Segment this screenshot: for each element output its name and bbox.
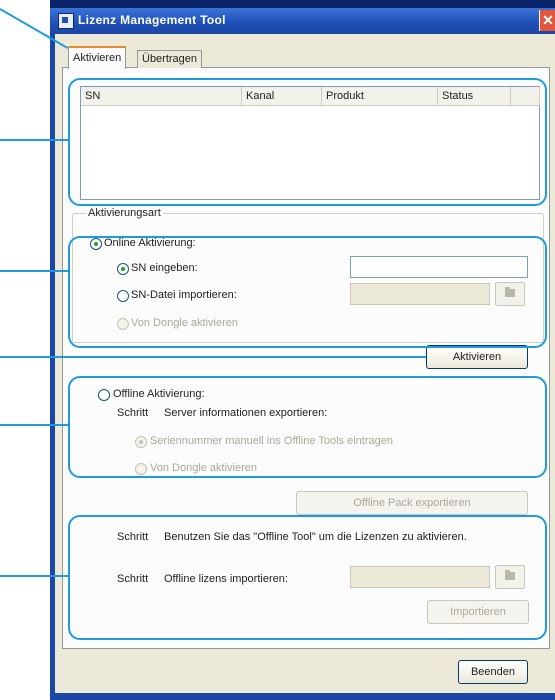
callout-line-activate-button — [0, 356, 426, 358]
close-window-button[interactable]: ✕ — [539, 10, 555, 31]
window-title: Lizenz Management Tool — [78, 13, 226, 27]
callout-line-offline — [0, 424, 68, 426]
callout-line-import — [0, 575, 68, 577]
callout-highlight-activation — [68, 236, 547, 348]
tab-aktivieren[interactable]: Aktivieren — [68, 46, 127, 69]
callout-highlight-import — [68, 515, 547, 640]
tab-uebertragen[interactable]: Übertragen — [137, 50, 203, 68]
export-offline-pack-button[interactable]: Offline Pack exportieren — [296, 491, 528, 515]
app-icon — [58, 13, 74, 29]
window-border-bottom — [50, 693, 555, 700]
activation-type-group-label: Aktivierungsart — [86, 207, 163, 219]
callout-highlight-list — [68, 78, 547, 206]
callout-line-list — [0, 139, 68, 141]
activate-button[interactable]: Aktivieren — [426, 345, 528, 369]
close-button[interactable]: Beenden — [458, 660, 528, 684]
callout-line-activation — [0, 270, 68, 272]
callout-highlight-offline — [68, 376, 547, 478]
